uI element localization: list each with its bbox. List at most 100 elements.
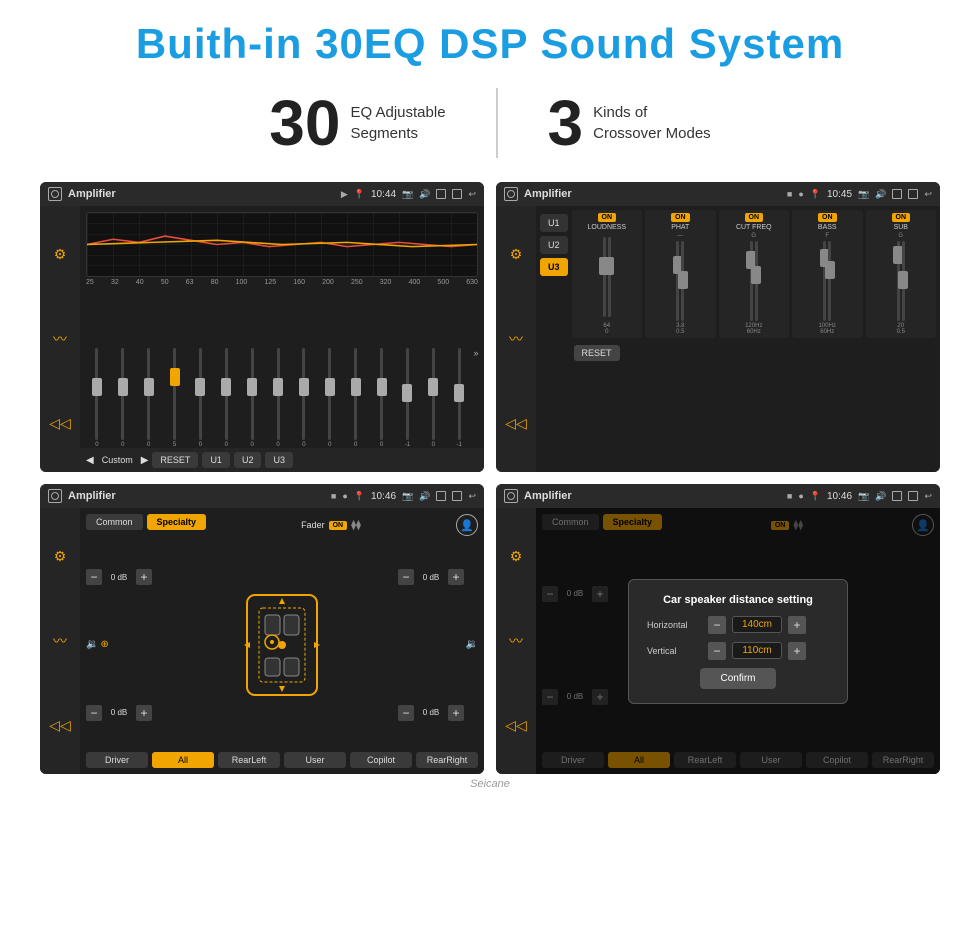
balance-minus-1[interactable]: − (86, 569, 102, 585)
eq-slider-7: 0 (239, 348, 265, 448)
balance-all-button[interactable]: All (152, 752, 214, 768)
modal-horizontal-value: 140cm (732, 616, 782, 633)
balance-screen-title: Amplifier (68, 490, 325, 502)
balance-rearleft-button[interactable]: RearLeft (218, 752, 280, 768)
dist-volume-icon[interactable]: 🔊 (875, 491, 886, 502)
eq-u2-button[interactable]: U2 (234, 452, 262, 468)
balance-settings-icon[interactable]: ⚙ (49, 545, 71, 567)
dist-back-icon[interactable]: ↩ (924, 491, 932, 502)
xover-channel-bass: ON BASS F 100Hz60Hz (792, 210, 863, 338)
modal-horizontal-plus[interactable]: + (788, 616, 806, 634)
xover-phat-label: PHAT (671, 224, 689, 231)
eq-vol-icon[interactable]: ◁◁ (49, 413, 71, 435)
eq-rect-icon (436, 189, 446, 199)
balance-vol-icon[interactable]: ◁◁ (49, 715, 71, 737)
home-icon[interactable] (48, 187, 62, 201)
balance-rect2-icon (452, 491, 462, 501)
balance-minus-3[interactable]: − (398, 569, 414, 585)
dist-main: ⚙ 〰 ◁◁ Common Specialty (496, 508, 940, 774)
modal-vertical-label: Vertical (647, 646, 702, 656)
eq-slider-4: 5 (162, 348, 188, 448)
xover-vol-icon[interactable]: ◁◁ (505, 413, 527, 435)
modal-vertical-plus[interactable]: + (788, 642, 806, 660)
balance-tab-specialty[interactable]: Specialty (147, 514, 207, 530)
balance-wave-icon[interactable]: 〰 (49, 630, 71, 652)
dist-time: 10:46 (827, 491, 852, 502)
balance-minus-2[interactable]: − (86, 705, 102, 721)
xover-bass-label: BASS (818, 224, 837, 231)
balance-copilot-button[interactable]: Copilot (350, 752, 412, 768)
page-container: Buith-in 30EQ DSP Sound System 30 EQ Adj… (0, 0, 980, 810)
dist-settings-icon[interactable]: ⚙ (505, 545, 527, 567)
eq-play-icon[interactable]: ▶ (341, 189, 348, 200)
xover-reset-button[interactable]: RESET (574, 345, 620, 361)
dist-wave-icon[interactable]: 〰 (505, 630, 527, 652)
eq-sliders-area: 0 0 0 5 (80, 288, 484, 448)
eq-settings-icon[interactable]: ⚙ (49, 243, 71, 265)
xover-channel-cutfreq: ON CUT FREQ G 120Hz60Hz (719, 210, 790, 338)
modal-box: Car speaker distance setting Horizontal … (628, 579, 848, 704)
balance-plus-2[interactable]: + (136, 705, 152, 721)
xover-rect-icon (892, 189, 902, 199)
balance-back-icon[interactable]: ↩ (468, 491, 476, 502)
balance-plus-1[interactable]: + (136, 569, 152, 585)
eq-u3-button[interactable]: U3 (265, 452, 293, 468)
balance-driver-button[interactable]: Driver (86, 752, 148, 768)
xover-channels-area: ON LOUDNESS 640 (572, 210, 936, 468)
xover-tab-u1[interactable]: U1 (540, 214, 568, 232)
fader-slider-icon[interactable]: ⧫⧫ (351, 520, 361, 531)
fader-label: Fader (301, 520, 325, 530)
eq-prev-button[interactable]: ◀ (86, 455, 94, 466)
xover-home-icon[interactable] (504, 187, 518, 201)
eq-back-icon[interactable]: ↩ (468, 189, 476, 200)
eq-u1-button[interactable]: U1 (202, 452, 230, 468)
page-title: Buith-in 30EQ DSP Sound System (40, 20, 940, 68)
eq-camera-icon[interactable]: 📷 (402, 189, 413, 200)
balance-volume-icon[interactable]: 🔊 (419, 491, 430, 502)
balance-home-icon[interactable] (48, 489, 62, 503)
xover-camera-icon[interactable]: 📷 (858, 189, 869, 200)
balance-value-2: 0 dB (105, 708, 133, 717)
balance-pin-icon: 📍 (354, 491, 365, 502)
eq-screen-title: Amplifier (68, 188, 335, 200)
balance-user-button[interactable]: User (284, 752, 346, 768)
dist-home-icon[interactable] (504, 489, 518, 503)
xover-volume-icon[interactable]: 🔊 (875, 189, 886, 200)
modal-vertical-minus[interactable]: − (708, 642, 726, 660)
eq-slider-1: 0 (84, 348, 110, 448)
dist-vol-icon[interactable]: ◁◁ (505, 715, 527, 737)
eq-reset-button[interactable]: RESET (152, 452, 198, 468)
balance-rec-icon: ■ (331, 491, 336, 501)
xover-tab-u3[interactable]: U3 (540, 258, 568, 276)
balance-value-3: 0 dB (417, 573, 445, 582)
dist-camera-icon[interactable]: 📷 (858, 491, 869, 502)
balance-minus-4[interactable]: − (398, 705, 414, 721)
modal-horizontal-minus[interactable]: − (708, 616, 726, 634)
dist-rect-icon (892, 491, 902, 501)
xover-tab-u2[interactable]: U2 (540, 236, 568, 254)
xover-wave-icon[interactable]: 〰 (505, 328, 527, 350)
xover-sub-sliders (897, 239, 905, 323)
xover-bass-on: ON (818, 213, 837, 222)
eq-slider-3: 0 (136, 348, 162, 448)
balance-tab-common[interactable]: Common (86, 514, 143, 530)
balance-rearright-button[interactable]: RearRight (416, 752, 478, 768)
eq-arrows[interactable]: » (472, 348, 480, 448)
xover-back-icon[interactable]: ↩ (924, 189, 932, 200)
balance-plus-4[interactable]: + (448, 705, 464, 721)
eq-next-button[interactable]: ▶ (141, 455, 149, 466)
balance-camera-icon[interactable]: 📷 (402, 491, 413, 502)
eq-wave-icon[interactable]: 〰 (49, 328, 71, 350)
xover-loudness-label: LOUDNESS (588, 224, 627, 231)
modal-confirm-button[interactable]: Confirm (700, 668, 775, 689)
dist-dot-icon: ● (798, 491, 803, 501)
balance-speaker-right-icon: 🔉 (466, 639, 478, 650)
balance-plus-3[interactable]: + (448, 569, 464, 585)
xover-bass-freq: 100Hz60Hz (819, 323, 836, 335)
eq-rect2-icon (452, 189, 462, 199)
eq-bottom-bar: ◀ Custom ▶ RESET U1 U2 U3 (80, 448, 484, 472)
balance-ctrl-1: − 0 dB + (86, 569, 166, 585)
xover-settings-icon[interactable]: ⚙ (505, 243, 527, 265)
eq-volume-icon[interactable]: 🔊 (419, 189, 430, 200)
eq-slider-15: -1 (446, 348, 472, 448)
